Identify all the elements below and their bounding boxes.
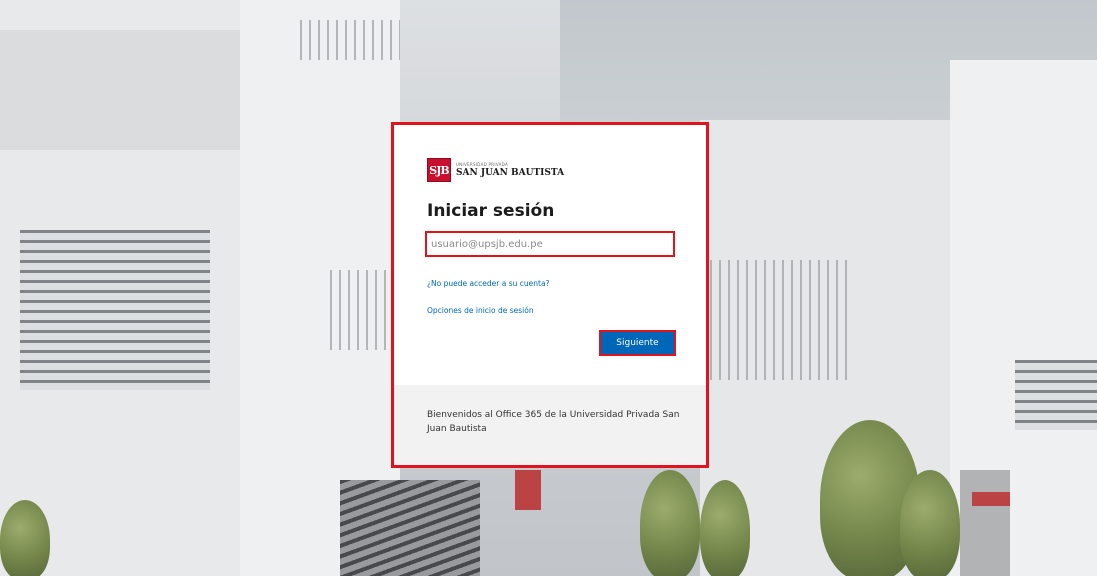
login-card-body: SJB UNIVERSIDAD PRIVADA SAN JUAN BAUTIST…	[394, 125, 706, 387]
page-title: Iniciar sesión	[427, 201, 555, 221]
logo-text: UNIVERSIDAD PRIVADA SAN JUAN BAUTISTA	[456, 161, 565, 178]
forgot-account-link[interactable]: ¿No puede acceder a su cuenta?	[427, 279, 550, 288]
university-logo: SJB UNIVERSIDAD PRIVADA SAN JUAN BAUTIST…	[427, 158, 564, 182]
logo-name: SAN JUAN BAUTISTA	[456, 167, 565, 178]
next-button[interactable]: Siguiente	[599, 330, 676, 356]
login-card: SJB UNIVERSIDAD PRIVADA SAN JUAN BAUTIST…	[391, 122, 709, 468]
sign-in-options-link[interactable]: Opciones de inicio de sesión	[427, 306, 534, 315]
welcome-message: Bienvenidos al Office 365 de la Universi…	[427, 410, 680, 434]
logo-mark: SJB	[427, 158, 451, 182]
logo-subtitle: UNIVERSIDAD PRIVADA	[456, 161, 508, 167]
email-field[interactable]	[425, 231, 675, 257]
login-page: SJB UNIVERSIDAD PRIVADA SAN JUAN BAUTIST…	[0, 0, 1097, 576]
